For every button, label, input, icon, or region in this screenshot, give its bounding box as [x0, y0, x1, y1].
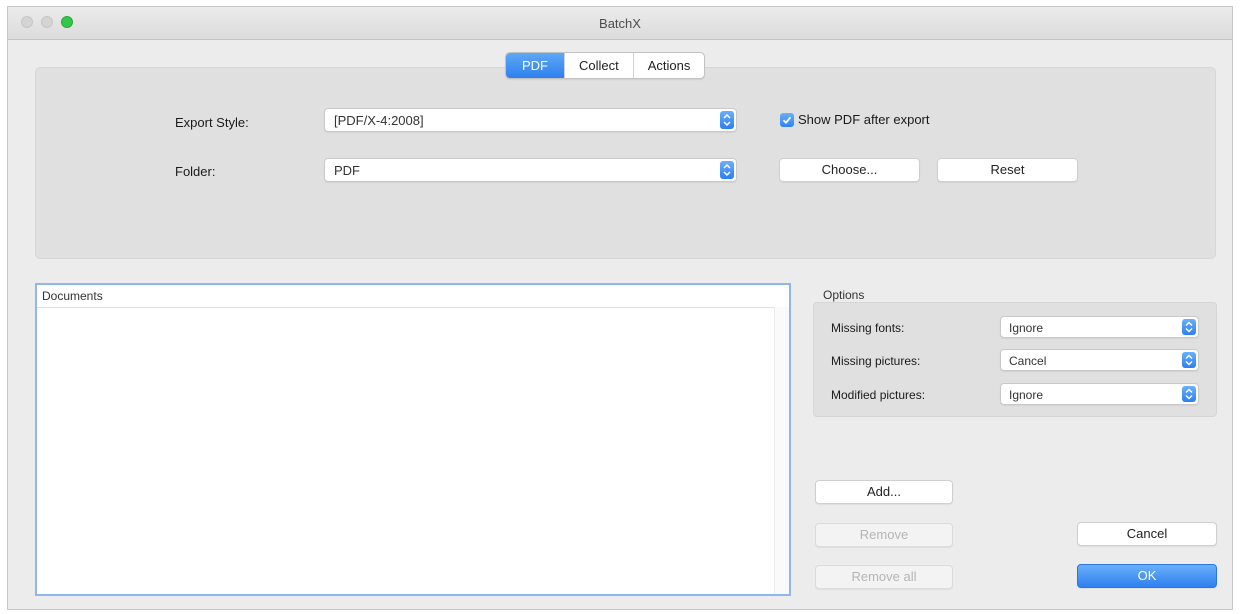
- reset-folder-button[interactable]: Reset: [937, 158, 1078, 182]
- window-title: BatchX: [599, 16, 641, 31]
- missing-pictures-select[interactable]: Cancel: [1000, 349, 1199, 371]
- export-style-label: Export Style:: [175, 115, 249, 130]
- checkmark-icon: [782, 116, 792, 125]
- choose-folder-button[interactable]: Choose...: [779, 158, 920, 182]
- folder-label: Folder:: [175, 164, 216, 179]
- folder-value: PDF: [334, 163, 360, 178]
- tab-pdf[interactable]: PDF: [506, 53, 564, 78]
- export-style-select[interactable]: [PDF/X-4:2008]: [324, 108, 737, 132]
- updown-arrows-icon: [1182, 386, 1196, 402]
- tab-actions[interactable]: Actions: [632, 53, 705, 78]
- title-bar: BatchX: [8, 7, 1232, 40]
- updown-arrows-icon: [720, 161, 734, 179]
- documents-column-header[interactable]: Documents: [37, 285, 789, 308]
- export-style-value: [PDF/X-4:2008]: [334, 113, 424, 128]
- show-pdf-label[interactable]: Show PDF after export: [798, 112, 930, 127]
- documents-scrollbar[interactable]: [774, 307, 789, 594]
- remove-document-button[interactable]: Remove: [815, 523, 953, 547]
- add-document-button[interactable]: Add...: [815, 480, 953, 504]
- modified-pictures-value: Ignore: [1009, 388, 1044, 402]
- remove-all-documents-button[interactable]: Remove all: [815, 565, 953, 589]
- updown-arrows-icon: [1182, 352, 1196, 368]
- missing-fonts-value: Ignore: [1009, 321, 1044, 335]
- cancel-button[interactable]: Cancel: [1077, 522, 1217, 546]
- options-title: Options: [823, 288, 865, 302]
- ok-button[interactable]: OK: [1077, 564, 1217, 588]
- updown-arrows-icon: [1182, 319, 1196, 335]
- missing-fonts-select[interactable]: Ignore: [1000, 316, 1199, 338]
- modified-pictures-label: Modified pictures:: [831, 388, 926, 402]
- batchx-window: BatchX PDF Collect Actions Export Style:…: [7, 6, 1233, 610]
- tab-collect[interactable]: Collect: [564, 53, 633, 78]
- missing-pictures-value: Cancel: [1009, 354, 1047, 368]
- modified-pictures-select[interactable]: Ignore: [1000, 383, 1199, 405]
- folder-select[interactable]: PDF: [324, 158, 737, 182]
- missing-fonts-label: Missing fonts:: [831, 321, 905, 335]
- show-pdf-checkbox[interactable]: [780, 113, 794, 127]
- updown-arrows-icon: [720, 111, 734, 129]
- missing-pictures-label: Missing pictures:: [831, 354, 921, 368]
- documents-list[interactable]: Documents: [35, 283, 791, 596]
- tab-bar: PDF Collect Actions: [505, 52, 706, 79]
